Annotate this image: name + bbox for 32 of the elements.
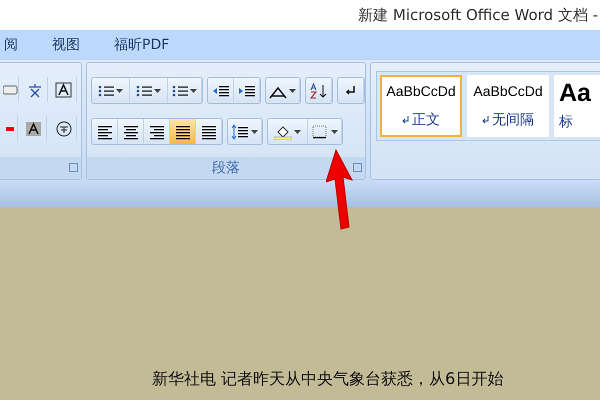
caret-icon [190,88,197,92]
sort-icon [310,82,328,98]
style-item[interactable]: AaBbCcDd 无间隔 [467,75,549,137]
circled-character-icon [54,120,73,136]
ribbon-tab[interactable]: 阅 [0,34,22,56]
caret-icon [154,88,161,92]
style-item[interactable]: Aa 标 [554,75,600,137]
ribbon-tab[interactable]: 福昕PDF [110,34,174,56]
caret-icon [116,88,123,92]
caret-icon [331,130,338,134]
caret-icon [251,130,258,134]
clear-format-button[interactable] [3,77,19,102]
numbered-list-icon [136,84,152,98]
paint-bucket-icon [274,124,292,140]
shaded-letter-icon [25,120,44,136]
caret-icon [289,88,296,92]
font-color-icon [6,126,14,130]
return-mark-icon [482,116,489,124]
document-text: 新华社电 记者昨天从中央气象台获悉，从6日开始 [152,369,504,390]
style-item[interactable]: AaBbCcDd 正文 [380,75,462,137]
line-spacing-icon [231,124,249,140]
multilevel-list-icon [172,84,188,98]
font-color-button[interactable] [3,116,18,141]
bordered-letter-icon [55,82,73,98]
group-label: 段落 [212,159,240,177]
ribbon-tab[interactable]: 视图 [48,34,84,56]
border-grid-icon [311,124,329,140]
caret-icon [294,130,301,134]
return-mark-icon [402,116,409,124]
alignment-button[interactable] [170,119,196,144]
bulleted-list-icon [98,84,114,98]
window-title: 新建 Microsoft Office Word 文档 - [358,6,599,24]
